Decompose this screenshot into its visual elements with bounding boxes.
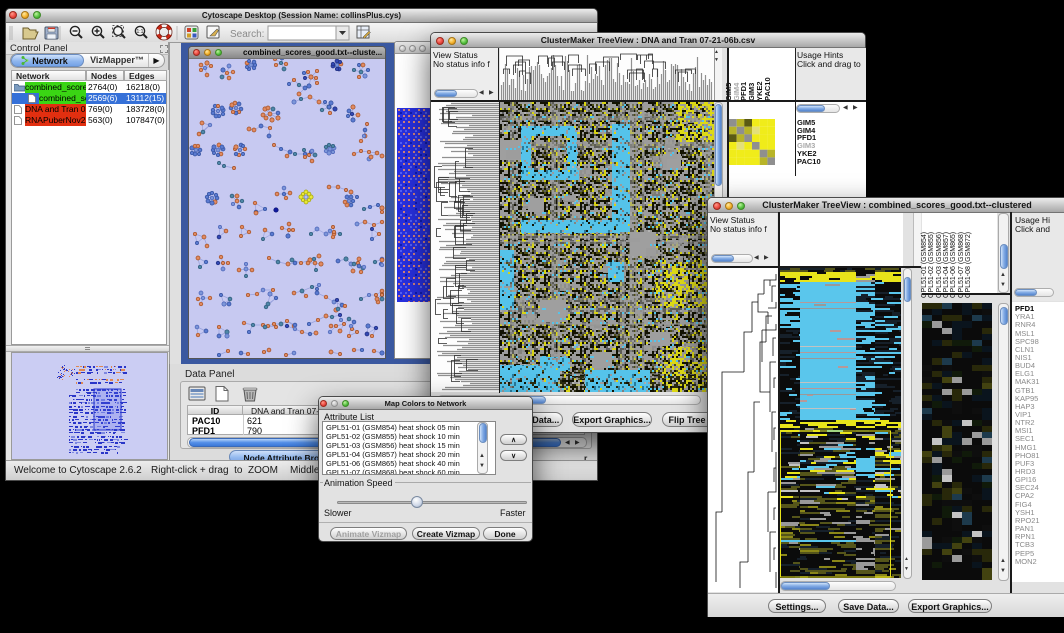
svg-text:1:1: 1:1 [137, 29, 144, 35]
svg-text:Search:: Search: [230, 29, 264, 40]
